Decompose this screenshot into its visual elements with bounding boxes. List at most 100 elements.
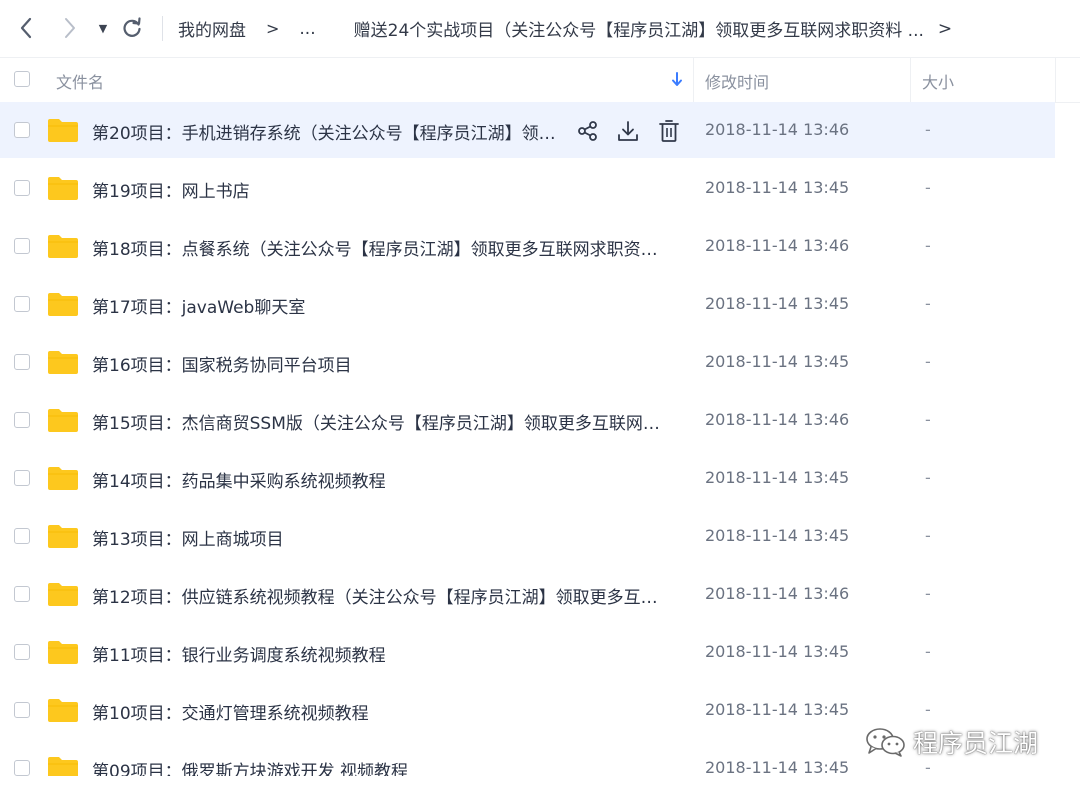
row-checkbox[interactable] bbox=[14, 644, 30, 660]
row-checkbox[interactable] bbox=[14, 702, 30, 718]
file-modified-time: 2018-11-14 13:45 bbox=[705, 700, 850, 719]
file-modified-time: 2018-11-14 13:45 bbox=[705, 526, 850, 545]
file-row[interactable]: 第18项目：点餐系统（关注公众号【程序员江湖】领取更多互联网求职资料） 2018… bbox=[0, 218, 1080, 276]
row-checkbox[interactable] bbox=[14, 238, 30, 254]
scroll-cutoff bbox=[0, 776, 1080, 790]
file-size: - bbox=[925, 410, 931, 429]
file-row[interactable]: 第17项目：javaWeb聊天室 2018-11-14 13:45 - bbox=[0, 276, 1080, 334]
file-row[interactable]: 第13项目：网上商城项目 2018-11-14 13:45 - bbox=[0, 508, 1080, 566]
breadcrumb-root[interactable]: 我的网盘 bbox=[178, 16, 246, 41]
file-name[interactable]: 第16项目：国家税务协同平台项目 bbox=[92, 351, 672, 376]
file-name[interactable]: 第18项目：点餐系统（关注公众号【程序员江湖】领取更多互联网求职资料） bbox=[92, 235, 672, 260]
watermark-text: 程序员江湖 bbox=[913, 729, 1039, 758]
folder-icon bbox=[48, 467, 78, 490]
file-size: - bbox=[925, 642, 931, 661]
delete-icon[interactable] bbox=[657, 118, 681, 144]
file-modified-time: 2018-11-14 13:45 bbox=[705, 352, 850, 371]
column-header-name[interactable]: 文件名 bbox=[56, 69, 104, 93]
file-name[interactable]: 第12项目：供应链系统视频教程（关注公众号【程序员江湖】领取更多互联网求职资料） bbox=[92, 583, 672, 608]
file-modified-time: 2018-11-14 13:45 bbox=[705, 642, 850, 661]
wechat-icon bbox=[866, 728, 905, 757]
breadcrumb-ellipsis[interactable]: ... bbox=[299, 19, 315, 39]
history-dropdown-button[interactable]: ▼ bbox=[94, 18, 112, 38]
row-checkbox[interactable] bbox=[14, 354, 30, 370]
file-row[interactable]: 第15项目：杰信商贸SSM版（关注公众号【程序员江湖】领取更多互联网求职资料） … bbox=[0, 392, 1080, 450]
file-list: 第20项目：手机进销存系统（关注公众号【程序员江湖】领取更多互联网求职资料） bbox=[0, 102, 1080, 790]
chevron-right-icon bbox=[65, 18, 75, 38]
file-modified-time: 2018-11-14 13:45 bbox=[705, 468, 850, 487]
file-size: - bbox=[925, 294, 931, 313]
folder-icon bbox=[48, 699, 78, 722]
file-row[interactable]: 第11项目：银行业务调度系统视频教程 2018-11-14 13:45 - bbox=[0, 624, 1080, 682]
download-icon[interactable] bbox=[616, 118, 640, 144]
folder-icon bbox=[48, 235, 78, 258]
file-modified-time: 2018-11-14 13:45 bbox=[705, 294, 850, 313]
file-size: - bbox=[925, 120, 931, 139]
nav-divider bbox=[162, 16, 163, 41]
file-row[interactable]: 第12项目：供应链系统视频教程（关注公众号【程序员江湖】领取更多互联网求职资料）… bbox=[0, 566, 1080, 624]
folder-icon bbox=[48, 583, 78, 606]
column-divider[interactable] bbox=[693, 58, 694, 102]
breadcrumb-trailing-separator[interactable]: > bbox=[938, 19, 952, 39]
column-header-size[interactable]: 大小 bbox=[922, 69, 954, 93]
refresh-icon bbox=[123, 17, 141, 37]
file-modified-time: 2018-11-14 13:46 bbox=[705, 410, 850, 429]
file-list-header: 文件名 修改时间 大小 bbox=[0, 57, 1080, 103]
file-size: - bbox=[925, 526, 931, 545]
navigation-bar: ▼ 我的网盘 > ... 赠送24个实战项目（关注公众号【程序员江湖】领取更多互… bbox=[0, 0, 1080, 57]
row-checkbox[interactable] bbox=[14, 586, 30, 602]
breadcrumb-current[interactable]: 赠送24个实战项目（关注公众号【程序员江湖】领取更多互联网求职资料 ... bbox=[354, 16, 924, 41]
watermark: 程序员江湖 bbox=[863, 722, 1038, 762]
folder-icon bbox=[48, 641, 78, 664]
breadcrumb: 我的网盘 > ... 赠送24个实战项目（关注公众号【程序员江湖】领取更多互联网… bbox=[178, 0, 952, 57]
forward-button[interactable] bbox=[56, 14, 84, 42]
row-checkbox[interactable] bbox=[14, 528, 30, 544]
select-all-checkbox[interactable] bbox=[14, 71, 30, 87]
caret-down-icon: ▼ bbox=[98, 21, 108, 35]
file-name[interactable]: 第15项目：杰信商贸SSM版（关注公众号【程序员江湖】领取更多互联网求职资料） bbox=[92, 409, 672, 434]
column-header-modified[interactable]: 修改时间 bbox=[705, 69, 769, 93]
file-name[interactable]: 第14项目：药品集中采购系统视频教程 bbox=[92, 467, 672, 492]
share-icon[interactable] bbox=[576, 118, 600, 144]
back-button[interactable] bbox=[12, 14, 40, 42]
file-size: - bbox=[925, 178, 931, 197]
file-row[interactable]: 第16项目：国家税务协同平台项目 2018-11-14 13:45 - bbox=[0, 334, 1080, 392]
sort-arrow-down-icon[interactable] bbox=[670, 71, 684, 87]
file-size: - bbox=[925, 584, 931, 603]
folder-icon bbox=[48, 119, 78, 142]
row-checkbox[interactable] bbox=[14, 470, 30, 486]
file-size: - bbox=[925, 352, 931, 371]
chevron-left-icon bbox=[20, 17, 32, 39]
file-name[interactable]: 第10项目：交通灯管理系统视频教程 bbox=[92, 699, 672, 724]
folder-icon bbox=[48, 177, 78, 200]
column-divider[interactable] bbox=[910, 58, 911, 102]
row-checkbox[interactable] bbox=[14, 760, 30, 776]
folder-icon bbox=[48, 525, 78, 548]
folder-icon bbox=[48, 351, 78, 374]
file-row[interactable]: 第19项目：网上书店 2018-11-14 13:45 - bbox=[0, 160, 1080, 218]
refresh-button[interactable] bbox=[118, 14, 146, 42]
file-modified-time: 2018-11-14 13:46 bbox=[705, 584, 850, 603]
row-checkbox[interactable] bbox=[14, 296, 30, 312]
file-name[interactable]: 第13项目：网上商城项目 bbox=[92, 525, 672, 550]
folder-icon bbox=[48, 293, 78, 316]
file-name[interactable]: 第19项目：网上书店 bbox=[92, 177, 672, 202]
breadcrumb-separator: > bbox=[266, 19, 280, 38]
file-size: - bbox=[925, 236, 931, 255]
file-size: - bbox=[925, 468, 931, 487]
file-modified-time: 2018-11-14 13:46 bbox=[705, 236, 850, 255]
folder-icon bbox=[48, 409, 78, 432]
file-modified-time: 2018-11-14 13:45 bbox=[705, 758, 850, 777]
row-checkbox[interactable] bbox=[14, 180, 30, 196]
column-divider[interactable] bbox=[1055, 58, 1056, 102]
file-size: - bbox=[925, 700, 931, 719]
file-modified-time: 2018-11-14 13:46 bbox=[705, 120, 850, 139]
file-row[interactable]: 第20项目：手机进销存系统（关注公众号【程序员江湖】领取更多互联网求职资料） bbox=[0, 102, 1080, 160]
row-checkbox[interactable] bbox=[14, 122, 30, 138]
file-name[interactable]: 第17项目：javaWeb聊天室 bbox=[92, 293, 672, 318]
file-row[interactable]: 第14项目：药品集中采购系统视频教程 2018-11-14 13:45 - bbox=[0, 450, 1080, 508]
file-name[interactable]: 第20项目：手机进销存系统（关注公众号【程序员江湖】领取更多互联网求职资料） bbox=[92, 119, 566, 144]
file-modified-time: 2018-11-14 13:45 bbox=[705, 178, 850, 197]
file-name[interactable]: 第11项目：银行业务调度系统视频教程 bbox=[92, 641, 672, 666]
row-checkbox[interactable] bbox=[14, 412, 30, 428]
